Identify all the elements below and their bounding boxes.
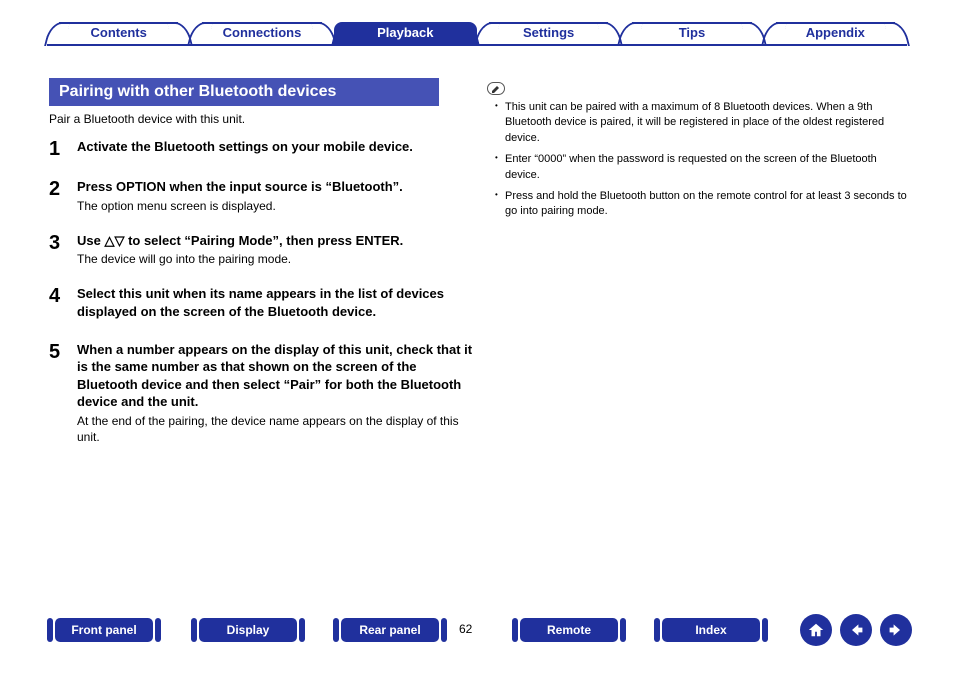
note-icon bbox=[487, 82, 505, 95]
note-item: Press and hold the Bluetooth button on t… bbox=[495, 189, 910, 220]
tab-contents[interactable]: Contents bbox=[47, 22, 190, 44]
step-sub: The option menu screen is displayed. bbox=[77, 198, 403, 214]
step-number: 3 bbox=[49, 232, 77, 268]
step-title: Press OPTION when the input source is “B… bbox=[77, 178, 403, 196]
notes-list: This unit can be paired with a maximum o… bbox=[495, 100, 910, 226]
step-sub: The device will go into the pairing mode… bbox=[77, 251, 403, 267]
step-title: When a number appears on the display of … bbox=[77, 341, 474, 411]
bottom-remote[interactable]: Remote bbox=[520, 618, 618, 642]
bottom-display[interactable]: Display bbox=[199, 618, 297, 642]
tab-settings[interactable]: Settings bbox=[477, 22, 620, 44]
intro-text: Pair a Bluetooth device with this unit. bbox=[49, 112, 245, 126]
next-icon[interactable] bbox=[880, 614, 912, 646]
bottom-front-panel[interactable]: Front panel bbox=[55, 618, 153, 642]
page-number: 62 bbox=[459, 622, 472, 636]
bottom-rear-panel[interactable]: Rear panel bbox=[341, 618, 439, 642]
step-4: 4 Select this unit when its name appears… bbox=[49, 285, 474, 322]
tab-tips[interactable]: Tips bbox=[620, 22, 763, 44]
tab-connections[interactable]: Connections bbox=[190, 22, 333, 44]
home-icon[interactable] bbox=[800, 614, 832, 646]
bottom-bar: Front panel Display Rear panel 62 Remote… bbox=[0, 618, 954, 658]
step-2: 2 Press OPTION when the input source is … bbox=[49, 178, 474, 214]
step-3: 3 Use △▽ to select “Pairing Mode”, then … bbox=[49, 232, 474, 268]
note-item: Enter “0000” when the password is reques… bbox=[495, 152, 910, 183]
bottom-index[interactable]: Index bbox=[662, 618, 760, 642]
step-5: 5 When a number appears on the display o… bbox=[49, 341, 474, 446]
step-title: Activate the Bluetooth settings on your … bbox=[77, 138, 413, 156]
step-title: Select this unit when its name appears i… bbox=[77, 285, 474, 320]
top-tab-bar: Contents Connections Playback Settings T… bbox=[47, 22, 907, 46]
step-number: 5 bbox=[49, 341, 77, 446]
step-number: 1 bbox=[49, 138, 77, 160]
step-number: 4 bbox=[49, 285, 77, 322]
step-title: Use △▽ to select “Pairing Mode”, then pr… bbox=[77, 232, 403, 250]
tab-appendix[interactable]: Appendix bbox=[764, 22, 907, 44]
prev-icon[interactable] bbox=[840, 614, 872, 646]
steps-list: 1 Activate the Bluetooth settings on you… bbox=[49, 138, 474, 463]
note-item: This unit can be paired with a maximum o… bbox=[495, 100, 910, 146]
step-1: 1 Activate the Bluetooth settings on you… bbox=[49, 138, 474, 160]
tab-playback[interactable]: Playback bbox=[334, 22, 477, 44]
step-sub: At the end of the pairing, the device na… bbox=[77, 413, 474, 445]
section-title: Pairing with other Bluetooth devices bbox=[49, 78, 439, 106]
step-number: 2 bbox=[49, 178, 77, 214]
